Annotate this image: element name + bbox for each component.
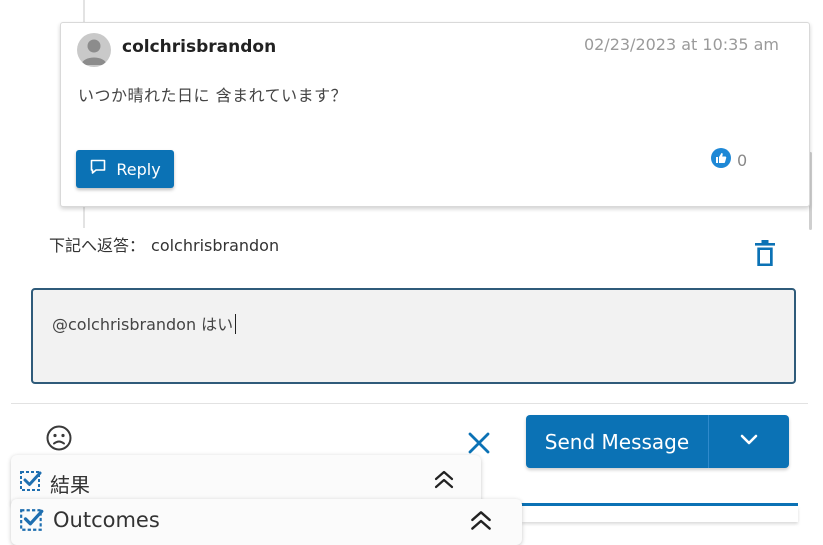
comment-timestamp: 02/23/2023 at 10:35 am <box>583 35 779 54</box>
send-options-dropdown[interactable] <box>709 415 789 468</box>
speech-bubble-icon <box>89 158 107 180</box>
outcomes-panel[interactable]: Outcomes <box>11 499 522 545</box>
reply-to-name: colchrisbrandon <box>151 236 280 255</box>
text-caret <box>235 314 237 334</box>
double-chevron-up-icon[interactable] <box>432 469 456 495</box>
reply-label: Reply <box>116 159 161 179</box>
checked-box-icon[interactable] <box>19 507 45 537</box>
smiley-icon[interactable] <box>45 424 73 456</box>
checked-box-icon[interactable] <box>19 469 43 497</box>
user-avatar-icon <box>77 33 111 67</box>
reply-to-prefix: 下記へ返答： <box>49 236 146 255</box>
trash-icon[interactable] <box>754 240 776 271</box>
underlying-panel <box>522 506 798 522</box>
reply-button[interactable]: Reply <box>76 150 174 188</box>
like-count: 0 <box>737 150 748 170</box>
send-message-group: Send Message <box>526 415 789 468</box>
chevron-down-icon <box>739 432 759 451</box>
scrollbar-track[interactable] <box>808 0 823 545</box>
message-input-text[interactable]: @colchrisbrandon はい <box>52 311 237 335</box>
divider <box>11 403 808 404</box>
send-message-button[interactable]: Send Message <box>526 415 708 468</box>
comment-card: colchrisbrandon 02/23/2023 at 10:35 am い… <box>60 22 810 207</box>
reply-to-line: 下記へ返答： colchrisbrandon <box>49 232 279 256</box>
like-control[interactable]: 0 <box>711 148 747 172</box>
panel-label-results-ja: 結果 <box>50 473 90 497</box>
panel-label-outcomes: Outcomes <box>53 508 160 532</box>
comment-username[interactable]: colchrisbrandon <box>122 37 276 57</box>
double-chevron-up-icon[interactable] <box>468 509 494 537</box>
comment-body: いつか晴れた日に 含まれています？ <box>78 86 348 105</box>
message-input-value: @colchrisbrandon はい <box>52 315 234 334</box>
message-input[interactable]: @colchrisbrandon はい <box>31 288 796 384</box>
thumbs-up-icon[interactable] <box>711 148 731 172</box>
